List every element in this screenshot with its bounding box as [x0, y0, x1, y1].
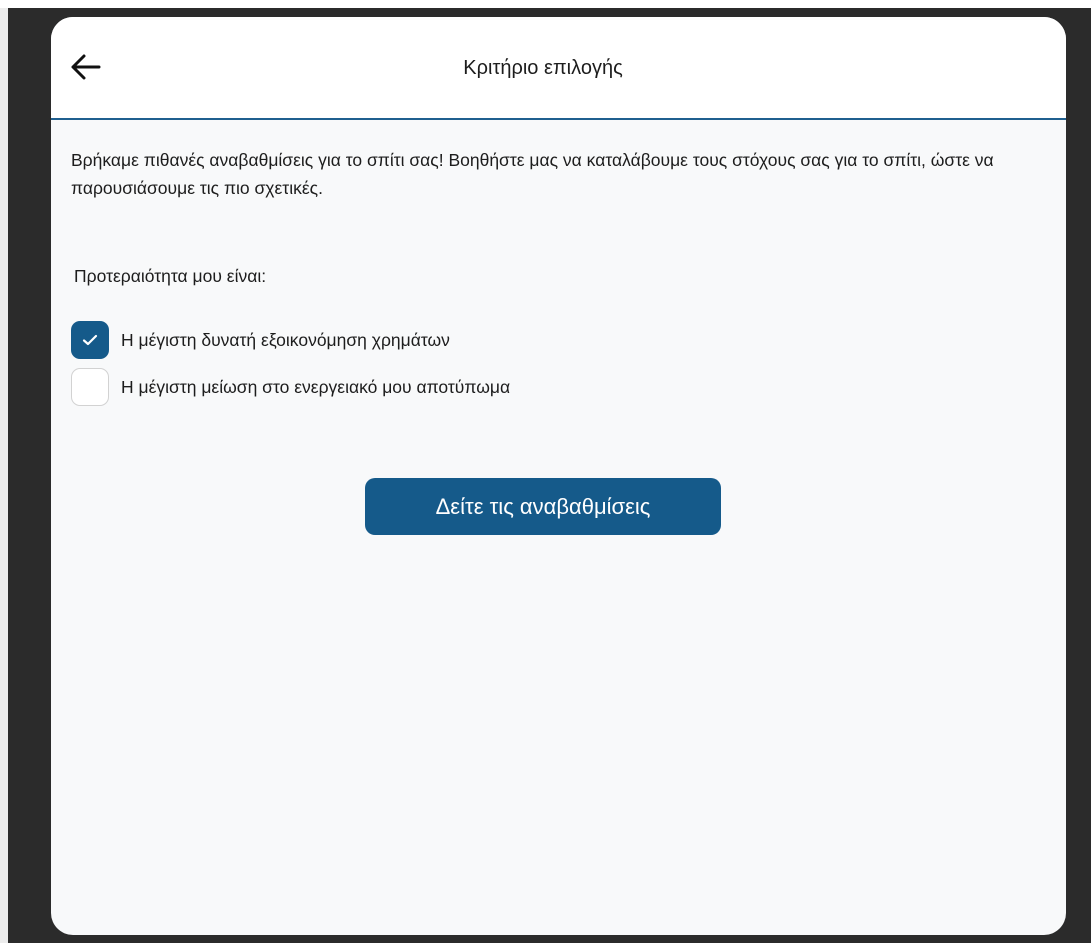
- criteria-dialog: Κριτήριο επιλογής Βρήκαμε πιθανές αναβαθ…: [51, 17, 1066, 935]
- priority-label: Προτεραιότητα μου είναι:: [74, 266, 267, 286]
- intro-text: Βρήκαμε πιθανές αναβαθμίσεις για το σπίτ…: [71, 150, 994, 198]
- checkbox-checked[interactable]: [71, 321, 109, 359]
- view-upgrades-button[interactable]: Δείτε τις αναβαθμίσεις: [365, 478, 721, 535]
- option-footprint-reduction[interactable]: Η μέγιστη μείωση στο ενεργειακό μου αποτ…: [71, 368, 510, 406]
- dialog-header: Κριτήριο επιλογής: [51, 17, 1066, 120]
- page-title: Κριτήριο επιλογής: [463, 57, 623, 79]
- checkmark-icon: [82, 334, 98, 346]
- option-label: Η μέγιστη μείωση στο ενεργειακό μου αποτ…: [121, 376, 511, 397]
- option-label: Η μέγιστη δυνατή εξοικονόμηση χρημάτων: [121, 329, 450, 350]
- window-edge-left: [0, 0, 8, 943]
- window-edge-top: [0, 0, 1091, 8]
- option-money-savings[interactable]: Η μέγιστη δυνατή εξοικονόμηση χρημάτων: [71, 321, 450, 359]
- checkbox-unchecked[interactable]: [71, 368, 109, 406]
